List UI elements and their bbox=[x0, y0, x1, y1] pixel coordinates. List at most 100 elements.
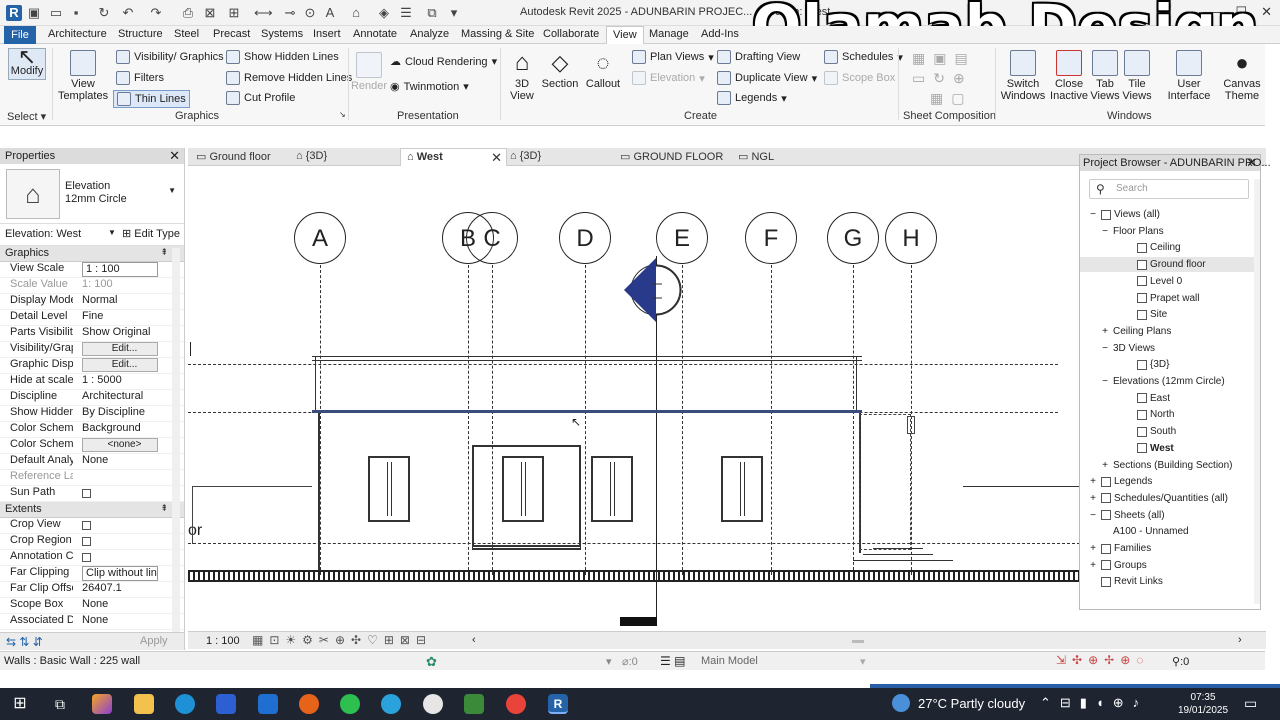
property-checkbox[interactable] bbox=[82, 553, 91, 562]
drawing-canvas[interactable]: A B C D E F G H or ↖ bbox=[188, 166, 1080, 631]
task-view-icon[interactable]: ⧉ bbox=[50, 694, 70, 714]
property-checkbox[interactable] bbox=[82, 489, 91, 498]
sheet-tools-icon[interactable]: ▦▣▤ bbox=[912, 50, 976, 67]
edge-icon[interactable] bbox=[175, 694, 195, 714]
collapse-icon[interactable]: − bbox=[1088, 510, 1098, 521]
tree-item[interactable]: Revit Links bbox=[1088, 574, 1163, 589]
close-icon[interactable]: ✕ bbox=[169, 148, 180, 164]
print-icon[interactable]: ⎙ bbox=[180, 5, 196, 21]
parapet-edge[interactable] bbox=[856, 356, 857, 412]
parapet-top[interactable] bbox=[312, 356, 862, 357]
property-row[interactable]: Parts Visibility Show Original bbox=[0, 326, 184, 342]
property-row[interactable]: Discipline Architectural bbox=[0, 390, 184, 406]
tree-item[interactable]: − Elevations (12mm Circle) bbox=[1100, 374, 1225, 389]
tree-item[interactable]: West bbox=[1124, 441, 1174, 456]
property-edit-button[interactable]: Edit... bbox=[82, 342, 158, 356]
view-tab[interactable]: ⌂ {3D} bbox=[296, 150, 327, 162]
weather-text[interactable]: 27°C Partly cloudy bbox=[918, 696, 1025, 711]
search-input[interactable]: Search bbox=[1089, 179, 1249, 199]
property-row[interactable]: View Scale 1 : 100 bbox=[0, 262, 184, 278]
section-qa-icon[interactable]: ◈ bbox=[376, 5, 392, 21]
drafting-view-button[interactable]: Drafting View bbox=[717, 50, 800, 64]
level-line[interactable] bbox=[188, 543, 1080, 544]
grid-head-g[interactable]: G bbox=[827, 212, 879, 264]
collapse-icon[interactable]: ⇞ bbox=[160, 503, 168, 514]
tab-collaborate[interactable]: Collaborate bbox=[543, 28, 599, 40]
property-row[interactable]: Hide at scales ... 1 : 5000 bbox=[0, 374, 184, 390]
sheet-tools-row3-icon[interactable]: ▦▢ bbox=[930, 90, 972, 107]
properties-filter-icon[interactable]: ⇆ ⇅ ⇵ bbox=[6, 635, 43, 649]
tab-structure[interactable]: Structure bbox=[118, 28, 163, 40]
window[interactable] bbox=[591, 456, 633, 522]
collapse-icon[interactable]: − bbox=[1088, 209, 1098, 220]
property-row[interactable]: Display Model Normal bbox=[0, 294, 184, 310]
tab-file[interactable]: File bbox=[4, 26, 36, 44]
properties-section-header[interactable]: Extents ⇞ bbox=[0, 502, 184, 518]
collapse-icon[interactable]: − bbox=[1100, 226, 1110, 237]
expand-icon[interactable]: + bbox=[1100, 326, 1110, 337]
notifications-icon[interactable]: ▭ bbox=[1244, 695, 1257, 712]
clock[interactable]: 07:35 19/01/2025 bbox=[1178, 691, 1228, 717]
visibility-graphics-button[interactable]: Visibility/ Graphics bbox=[116, 50, 224, 64]
sync-icon[interactable]: ↻ bbox=[96, 5, 112, 21]
chevron-down-icon[interactable]: ▾ bbox=[860, 655, 866, 668]
cut-profile-button[interactable]: Cut Profile bbox=[226, 91, 295, 105]
property-row[interactable]: Scope Box None bbox=[0, 598, 184, 614]
legends-button[interactable]: Legends ▾ bbox=[717, 91, 787, 105]
expand-icon[interactable]: + bbox=[1100, 460, 1110, 471]
minimize-icon[interactable]: — bbox=[1208, 4, 1221, 19]
switch-windows-qa-icon[interactable]: ⧉ bbox=[424, 5, 440, 21]
sheet-tools-row2-icon[interactable]: ▭↻⊕ bbox=[912, 70, 973, 87]
open-icon[interactable]: ▭ bbox=[48, 5, 64, 21]
tree-item[interactable]: Ground floor bbox=[1080, 257, 1254, 273]
property-row[interactable]: Annotation Cr... bbox=[0, 550, 184, 566]
tab-annotate[interactable]: Annotate bbox=[353, 28, 397, 40]
tile-views-button[interactable]: Tile Views bbox=[1122, 50, 1152, 102]
property-row[interactable]: Crop Region V... bbox=[0, 534, 184, 550]
close-icon[interactable]: ✕ bbox=[1261, 4, 1272, 19]
callout-button[interactable]: ◌ Callout bbox=[585, 50, 621, 90]
close-inactive-button[interactable]: Close Inactive bbox=[1049, 50, 1089, 102]
edit-type-button[interactable]: ⊞ Edit Type bbox=[122, 227, 180, 240]
tree-item[interactable]: South bbox=[1124, 424, 1176, 439]
filter-counter[interactable]: ⚲:0 bbox=[1172, 655, 1189, 668]
tree-item[interactable]: Prapet wall bbox=[1124, 291, 1199, 306]
tab-architecture[interactable]: Architecture bbox=[48, 28, 107, 40]
property-row[interactable]: Detail Level Fine bbox=[0, 310, 184, 326]
grid-line[interactable] bbox=[771, 265, 772, 575]
tree-item[interactable]: + Schedules/Quantities (all) bbox=[1088, 491, 1228, 506]
property-row[interactable]: Reference Label bbox=[0, 470, 184, 486]
collapse-icon[interactable]: ⇞ bbox=[160, 247, 168, 258]
show-hidden-lines-button[interactable]: Show Hidden Lines bbox=[226, 50, 339, 64]
apply-button[interactable]: Apply bbox=[140, 635, 168, 647]
close-icon[interactable]: ✕ bbox=[491, 149, 502, 166]
align-dimension-icon[interactable]: ⟷ bbox=[254, 5, 273, 21]
property-row[interactable]: Scale Value 1: 100 bbox=[0, 278, 184, 294]
property-row[interactable]: Color Scheme <none> bbox=[0, 438, 184, 454]
whatsapp-icon[interactable] bbox=[340, 694, 360, 714]
user-interface-button[interactable]: User Interface bbox=[1166, 50, 1212, 102]
view-tab[interactable]: ▭ Ground floor bbox=[196, 150, 271, 163]
worksharing-icon[interactable]: ✿ bbox=[426, 654, 437, 670]
porch-frame[interactable] bbox=[859, 414, 911, 550]
parapet-edge[interactable] bbox=[315, 356, 316, 412]
store-icon[interactable] bbox=[216, 694, 236, 714]
wall-edge[interactable] bbox=[318, 413, 320, 573]
grid-head-f[interactable]: F bbox=[745, 212, 797, 264]
tab-add-ins[interactable]: Add-Ins bbox=[701, 28, 739, 40]
property-row[interactable]: Crop View bbox=[0, 518, 184, 534]
chevron-down-icon[interactable]: ▼ bbox=[168, 186, 176, 195]
revit-taskbar-icon[interactable]: R bbox=[548, 694, 568, 714]
cloud-rendering-button[interactable]: ☁ Cloud Rendering ▾ bbox=[390, 55, 497, 69]
entrance-steps[interactable] bbox=[853, 548, 963, 570]
tree-item[interactable]: Ceiling bbox=[1124, 240, 1181, 255]
tree-item[interactable]: + Groups bbox=[1088, 558, 1147, 573]
graphics-panel-launcher-icon[interactable]: ↘ bbox=[339, 110, 346, 119]
measure-icon[interactable]: ⊠ bbox=[202, 5, 218, 21]
tag-icon[interactable]: ⊸ bbox=[282, 5, 298, 21]
property-value[interactable]: 1 : 100 bbox=[82, 262, 158, 277]
main-model-selector[interactable]: Main Model bbox=[701, 655, 758, 667]
undo-icon[interactable]: ↶ bbox=[120, 5, 136, 21]
grid-line[interactable] bbox=[320, 265, 321, 575]
save-icon[interactable]: ▪ bbox=[68, 5, 84, 21]
